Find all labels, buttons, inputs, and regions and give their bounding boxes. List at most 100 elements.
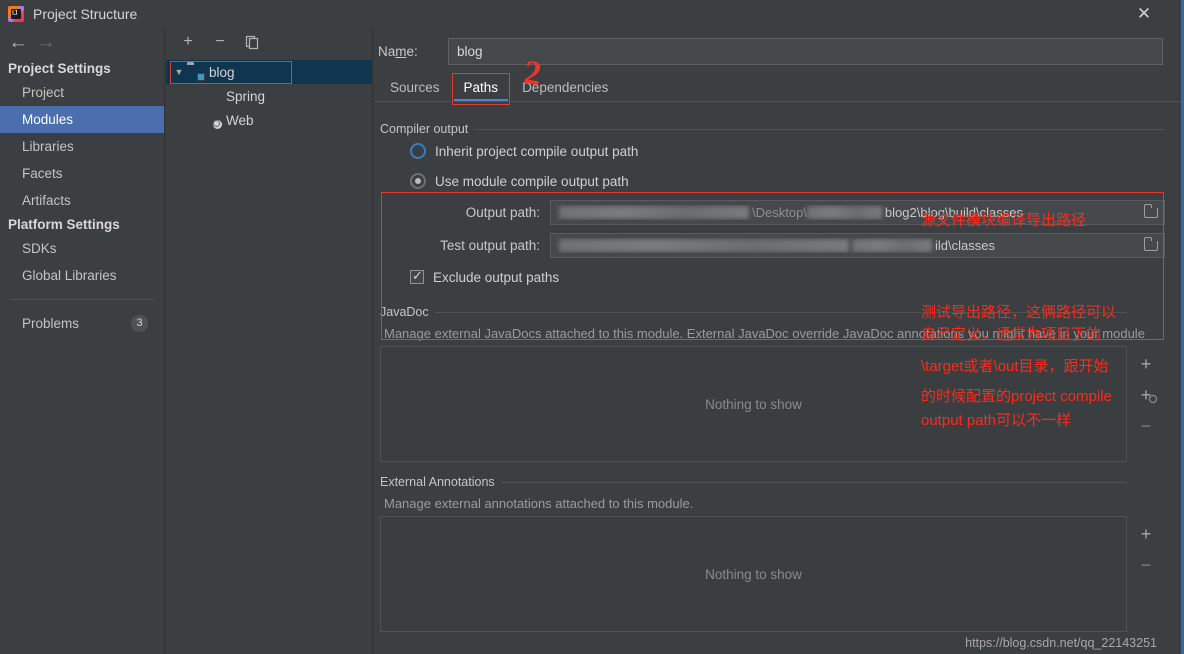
output-path-visible-tail: blog2\blog\build\classes [884, 205, 1023, 220]
module-name-row: Name: [374, 28, 1181, 66]
tree-node-spring-label: Spring [226, 88, 266, 104]
globe-icon [1149, 395, 1157, 403]
sidebar-item-global-libraries[interactable]: Global Libraries [0, 262, 164, 289]
external-annotations-list[interactable]: Nothing to show + − [380, 516, 1151, 632]
use-module-output-path-label: Use module compile output path [435, 173, 629, 189]
close-icon[interactable]: ✕ [1121, 0, 1167, 28]
redacted-segment: xxxxxxxx [806, 206, 882, 219]
external-annotations-list-buttons: + − [1128, 517, 1164, 576]
sidebar-group-platform-settings: Platform Settings [8, 217, 120, 232]
tree-node-blog[interactable]: ▼ blog [166, 60, 372, 84]
project-structure-dialog: IJ Project Structure ✕ ← → Project Setti… [0, 0, 1184, 654]
section-divider-line [500, 481, 1127, 483]
sidebar-group-project-settings: Project Settings [8, 61, 111, 76]
sidebar-item-sdks[interactable]: SDKs [0, 235, 164, 262]
exclude-output-paths-checkbox[interactable] [410, 268, 424, 284]
add-module-button[interactable]: + [178, 32, 198, 52]
javadoc-add-button[interactable]: + [1133, 353, 1159, 375]
tab-dependencies[interactable]: Dependencies [510, 75, 620, 102]
output-path-visible-mid: \Desktop\ [752, 205, 807, 220]
compiler-output-title: Compiler output [380, 122, 469, 136]
window-title: Project Structure [33, 6, 138, 22]
test-output-path-label: Test output path: [440, 238, 540, 253]
problems-count-badge: 3 [131, 315, 148, 332]
use-module-output-path-option[interactable]: Use module compile output path [380, 166, 1165, 196]
redacted-segment: xxxxxxxxxxxxxxxxxxxx [559, 206, 749, 219]
redacted-segment: xxxxxxxxx [852, 239, 932, 252]
use-module-output-path-radio[interactable] [410, 173, 426, 189]
external-annotations-header: External Annotations [380, 475, 1127, 489]
web-globe-icon [204, 112, 221, 128]
module-name-label: Name: [378, 43, 418, 59]
watermark-text: https://blog.csdn.net/qq_22143251 [965, 636, 1157, 650]
section-divider-line [474, 128, 1165, 130]
tab-bar-underline [374, 101, 1181, 102]
paths-tab-content: Compiler output Inherit project compile … [374, 113, 1181, 654]
navigation-arrows: ← → [0, 28, 164, 58]
javadoc-list[interactable]: Nothing to show + + − [380, 346, 1157, 462]
back-arrow-icon[interactable]: ← [4, 30, 32, 56]
tree-node-spring[interactable]: Spring [166, 84, 372, 108]
output-path-field[interactable]: xxxxxxxxxxxxxxxxxxxx \Desktop\ xxxxxxxx … [550, 200, 1165, 225]
exclude-output-paths-label: Exclude output paths [433, 269, 560, 285]
exclude-output-paths-option[interactable]: Exclude output paths [380, 262, 1165, 292]
javadoc-empty-text: Nothing to show [705, 396, 802, 412]
javadoc-description: Manage external JavaDocs attached to thi… [384, 326, 1145, 341]
compiler-output-section: Compiler output Inherit project compile … [380, 122, 1165, 292]
inherit-output-path-label: Inherit project compile output path [435, 143, 639, 159]
module-tab-bar: Sources Paths Dependencies [374, 66, 1181, 105]
module-name-input[interactable] [448, 37, 1163, 65]
test-output-path-visible-tail: ild\classes [935, 238, 995, 253]
tree-node-blog-label: blog [209, 64, 235, 80]
sidebar-item-artifacts[interactable]: Artifacts [0, 187, 164, 214]
folder-browse-icon[interactable] [1138, 234, 1164, 257]
remove-module-button[interactable]: − [210, 32, 230, 52]
external-annotations-empty-text: Nothing to show [705, 566, 802, 582]
module-tree-panel: + − ▼ blog Spring Web [166, 28, 373, 654]
intellij-idea-icon: IJ [8, 6, 24, 22]
javadoc-header: JavaDoc [380, 305, 1127, 319]
settings-sidebar: ← → Project Settings Project Modules Lib… [0, 28, 165, 654]
sidebar-item-problems[interactable]: Problems 3 [0, 310, 164, 337]
javadoc-remove-button[interactable]: − [1133, 415, 1159, 437]
sidebar-item-modules[interactable]: Modules [0, 106, 164, 133]
tab-paths[interactable]: Paths [451, 73, 511, 105]
title-bar: IJ Project Structure ✕ [0, 0, 1181, 28]
section-divider-line [434, 311, 1127, 313]
output-path-value: xxxxxxxxxxxxxxxxxxxx \Desktop\ xxxxxxxx … [551, 205, 1138, 220]
sidebar-item-problems-label: Problems [22, 316, 80, 331]
sidebar-item-facets[interactable]: Facets [0, 160, 164, 187]
external-annotations-remove-button[interactable]: − [1133, 554, 1159, 576]
output-path-label: Output path: [465, 205, 540, 220]
inherit-output-path-option[interactable]: Inherit project compile output path [380, 136, 1165, 166]
sidebar-divider [10, 299, 154, 300]
module-settings-panel: Name: Sources Paths Dependencies Compile… [374, 28, 1181, 654]
external-annotations-section: External Annotations Manage external ann… [380, 475, 1151, 632]
compiler-output-header: Compiler output [380, 122, 1165, 136]
javadoc-title: JavaDoc [380, 305, 429, 319]
module-folder-icon [187, 64, 204, 80]
expand-triangle-icon[interactable]: ▼ [171, 67, 187, 77]
sidebar-item-project[interactable]: Project [0, 79, 164, 106]
module-tree-toolbar: + − [166, 28, 372, 56]
external-annotations-add-button[interactable]: + [1133, 523, 1159, 545]
external-annotations-description: Manage external annotations attached to … [384, 496, 694, 511]
tree-node-web[interactable]: Web [166, 108, 372, 132]
tab-sources[interactable]: Sources [378, 75, 452, 102]
sidebar-item-libraries[interactable]: Libraries [0, 133, 164, 160]
test-output-path-value: xxxxxxxxxxxxxxxxxxxxxxxxxxxxxx xxxxxxxxx… [551, 238, 1138, 253]
module-tree-list: ▼ blog Spring Web [166, 56, 372, 132]
javadoc-section: JavaDoc Manage external JavaDocs attache… [380, 305, 1157, 462]
external-annotations-title: External Annotations [380, 475, 495, 489]
folder-browse-icon[interactable] [1138, 201, 1164, 224]
tree-node-web-label: Web [226, 112, 254, 128]
test-output-path-field[interactable]: xxxxxxxxxxxxxxxxxxxxxxxxxxxxxx xxxxxxxxx… [550, 233, 1165, 258]
javadoc-add-url-button[interactable]: + [1133, 384, 1159, 406]
forward-arrow-icon[interactable]: → [32, 30, 60, 56]
output-path-row: Output path: xxxxxxxxxxxxxxxxxxxx \Deskt… [380, 196, 1165, 229]
spring-leaf-icon [204, 88, 221, 104]
javadoc-list-buttons: + + − [1128, 347, 1164, 437]
test-output-path-row: Test output path: xxxxxxxxxxxxxxxxxxxxxx… [380, 229, 1165, 262]
copy-module-icon[interactable] [242, 32, 262, 52]
inherit-output-path-radio[interactable] [410, 143, 426, 159]
